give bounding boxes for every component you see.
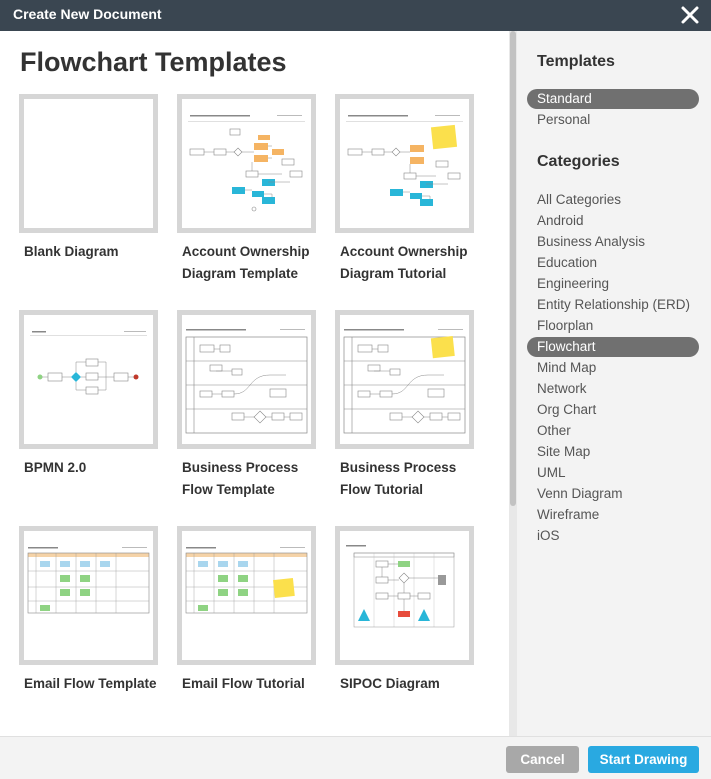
template-thumbnail[interactable] [335, 310, 474, 449]
sidebar-item-venn-diagram[interactable]: Venn Diagram [527, 484, 699, 504]
dialog-footer: Cancel Start Drawing [0, 736, 711, 779]
gallery-scrollbar[interactable] [509, 31, 517, 736]
template-label: Email Flow Tutorial [182, 676, 305, 691]
categories-heading: Categories [537, 153, 620, 170]
sidebar-item-android[interactable]: Android [527, 211, 699, 231]
sidebar-item-personal[interactable]: Personal [527, 110, 699, 130]
template-thumbnail[interactable] [19, 310, 158, 449]
sidebar-item-business-analysis[interactable]: Business Analysis [527, 232, 699, 252]
template-thumbnail[interactable] [19, 94, 158, 233]
template-thumbnail[interactable] [177, 94, 316, 233]
template-tile-account-ownership-template[interactable]: Account Ownership Diagram Template [177, 94, 317, 285]
sidebar-item-org-chart[interactable]: Org Chart [527, 400, 699, 420]
template-label: BPMN 2.0 [24, 460, 87, 475]
sidebar-item-uml[interactable]: UML [527, 463, 699, 483]
template-thumbnail[interactable] [335, 526, 474, 665]
template-tile-email-flow-tutorial[interactable]: Email Flow Tutorial [177, 526, 317, 695]
template-gallery: Flowchart Templates Blank Diagram Accoun… [0, 31, 509, 736]
cancel-button[interactable]: Cancel [506, 746, 579, 773]
templates-heading: Templates [537, 53, 615, 70]
scrollbar-thumb[interactable] [510, 31, 516, 506]
template-tile-account-ownership-tutorial[interactable]: Account Ownership Diagram Tutorial [335, 94, 475, 285]
sidebar-item-network[interactable]: Network [527, 379, 699, 399]
sidebar-item-all-categories[interactable]: All Categories [527, 190, 699, 210]
dialog-title: Create New Document [13, 6, 162, 22]
dialog-titlebar: Create New Document [0, 0, 711, 31]
template-tile-email-flow-template[interactable]: Email Flow Template [19, 526, 159, 695]
sidebar: Templates Standard Personal Categories A… [517, 31, 711, 736]
template-tile-sipoc-diagram[interactable]: SIPOC Diagram [335, 526, 475, 695]
template-thumbnail[interactable] [177, 310, 316, 449]
template-label: Business Process Flow Tutorial [340, 460, 457, 497]
sidebar-item-erd[interactable]: Entity Relationship (ERD) [527, 295, 699, 315]
sidebar-item-floorplan[interactable]: Floorplan [527, 316, 699, 336]
template-label: Email Flow Template [24, 676, 157, 691]
template-tile-business-process-tutorial[interactable]: Business Process Flow Tutorial [335, 310, 475, 501]
close-icon[interactable] [679, 4, 701, 26]
sidebar-item-flowchart[interactable]: Flowchart [527, 337, 699, 357]
template-tile-bpmn[interactable]: BPMN 2.0 [19, 310, 159, 479]
template-thumbnail[interactable] [177, 526, 316, 665]
sidebar-item-ios[interactable]: iOS [527, 526, 699, 546]
sidebar-item-mind-map[interactable]: Mind Map [527, 358, 699, 378]
template-label: Business Process Flow Template [182, 460, 299, 497]
template-tile-blank-diagram[interactable]: Blank Diagram [19, 94, 159, 263]
sidebar-item-other[interactable]: Other [527, 421, 699, 441]
template-tile-business-process-template[interactable]: Business Process Flow Template [177, 310, 317, 501]
sidebar-item-standard[interactable]: Standard [527, 89, 699, 109]
template-label: Blank Diagram [24, 244, 119, 259]
sidebar-item-wireframe[interactable]: Wireframe [527, 505, 699, 525]
sidebar-item-engineering[interactable]: Engineering [527, 274, 699, 294]
sidebar-item-education[interactable]: Education [527, 253, 699, 273]
start-drawing-button[interactable]: Start Drawing [588, 746, 699, 773]
template-thumbnail[interactable] [19, 526, 158, 665]
template-label: Account Ownership Diagram Template [182, 244, 310, 281]
page-title: Flowchart Templates [20, 47, 287, 77]
template-label: SIPOC Diagram [340, 676, 440, 691]
template-label: Account Ownership Diagram Tutorial [340, 244, 468, 281]
template-thumbnail[interactable] [335, 94, 474, 233]
sidebar-item-site-map[interactable]: Site Map [527, 442, 699, 462]
